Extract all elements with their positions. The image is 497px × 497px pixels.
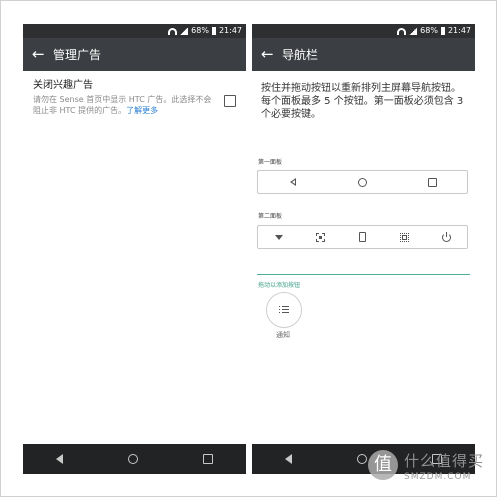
battery-percent: 68% bbox=[420, 26, 438, 35]
nav-back-icon[interactable] bbox=[284, 454, 292, 464]
panel-screenshot-button[interactable] bbox=[314, 230, 328, 244]
app-bar: ← 管理广告 bbox=[23, 38, 246, 71]
setting-description-text: 请勿在 Sense 首页中显示 HTC 广告。此选择不会阻止非 HTC 提供的广… bbox=[33, 95, 212, 115]
battery-icon bbox=[440, 27, 445, 35]
left-screen: 68% 21:47 ← 管理广告 关闭兴趣广告 请勿在 Sense 首页中显示 … bbox=[23, 24, 246, 474]
back-triangle-icon bbox=[289, 178, 296, 186]
list-icon bbox=[279, 306, 289, 314]
panel-home-button[interactable] bbox=[355, 175, 369, 189]
watermark-badge: 值 bbox=[368, 450, 398, 480]
page-title: 管理广告 bbox=[53, 48, 102, 62]
clock: 21:47 bbox=[447, 26, 471, 35]
panel1-label: 第一面板 bbox=[258, 159, 283, 166]
learn-more-link[interactable]: 了解更多 bbox=[126, 106, 158, 115]
divider bbox=[257, 274, 470, 275]
notifications-label: 通知 bbox=[276, 331, 290, 339]
instructions: 按住并拖动按钮以重新排列主屏幕导航按钮。每个面板最多 5 个按钮。第一面板必须包… bbox=[261, 83, 464, 120]
battery-percent: 68% bbox=[191, 26, 209, 35]
nav-home-icon[interactable] bbox=[127, 454, 138, 464]
drag-to-add-label: 拖动以添加按钮 bbox=[258, 282, 301, 289]
screenshot-icon bbox=[316, 232, 326, 242]
wifi-icon bbox=[397, 27, 407, 35]
back-arrow-icon[interactable]: ← bbox=[32, 45, 45, 63]
back-arrow-icon[interactable]: ← bbox=[261, 45, 274, 63]
panel-recent-button[interactable] bbox=[425, 175, 439, 189]
page-title: 导航栏 bbox=[282, 48, 319, 62]
scan-icon bbox=[399, 232, 409, 242]
panel2-label: 第二面板 bbox=[258, 213, 283, 220]
recent-square-icon bbox=[427, 177, 437, 187]
status-bar: 68% 21:47 bbox=[252, 24, 475, 38]
interest-ads-checkbox[interactable] bbox=[224, 95, 236, 107]
setting-title: 关闭兴趣广告 bbox=[33, 80, 93, 91]
panel2 bbox=[257, 225, 468, 249]
nav-back-icon[interactable] bbox=[55, 454, 63, 464]
signal-icon bbox=[180, 27, 189, 35]
setting-description: 请勿在 Sense 首页中显示 HTC 广告。此选择不会阻止非 HTC 提供的广… bbox=[33, 94, 213, 116]
interest-ads-setting[interactable]: 关闭兴趣广告 请勿在 Sense 首页中显示 HTC 广告。此选择不会阻止非 H… bbox=[33, 79, 238, 116]
status-bar: 68% 21:47 bbox=[23, 24, 246, 38]
notifications-drag-button[interactable] bbox=[266, 292, 302, 328]
clock: 21:47 bbox=[218, 26, 242, 35]
nav-bar bbox=[23, 444, 246, 474]
signal-icon bbox=[409, 27, 418, 35]
nav-recent-icon[interactable] bbox=[203, 454, 214, 464]
panel-hide-button[interactable] bbox=[272, 230, 286, 244]
hide-nav-icon bbox=[274, 234, 283, 240]
watermark: 值 什么值得买 SMZDM.COM bbox=[366, 446, 497, 497]
panel-rotate-button[interactable] bbox=[355, 230, 369, 244]
right-screen: 68% 21:47 ← 导航栏 按住并拖动按钮以重新排列主屏幕导航按钮。每个面板… bbox=[252, 24, 475, 474]
wifi-icon bbox=[168, 27, 178, 35]
watermark-subtext: SMZDM.COM bbox=[404, 472, 472, 482]
panel-back-button[interactable] bbox=[286, 175, 300, 189]
panel-power-button[interactable] bbox=[439, 230, 453, 244]
rotate-icon bbox=[358, 232, 366, 242]
watermark-text: 什么值得买 bbox=[404, 452, 485, 470]
home-circle-icon bbox=[357, 177, 367, 187]
panel-scan-button[interactable] bbox=[397, 230, 411, 244]
panel1 bbox=[257, 170, 468, 194]
app-bar: ← 导航栏 bbox=[252, 38, 475, 71]
power-icon bbox=[441, 231, 451, 242]
battery-icon bbox=[211, 27, 216, 35]
